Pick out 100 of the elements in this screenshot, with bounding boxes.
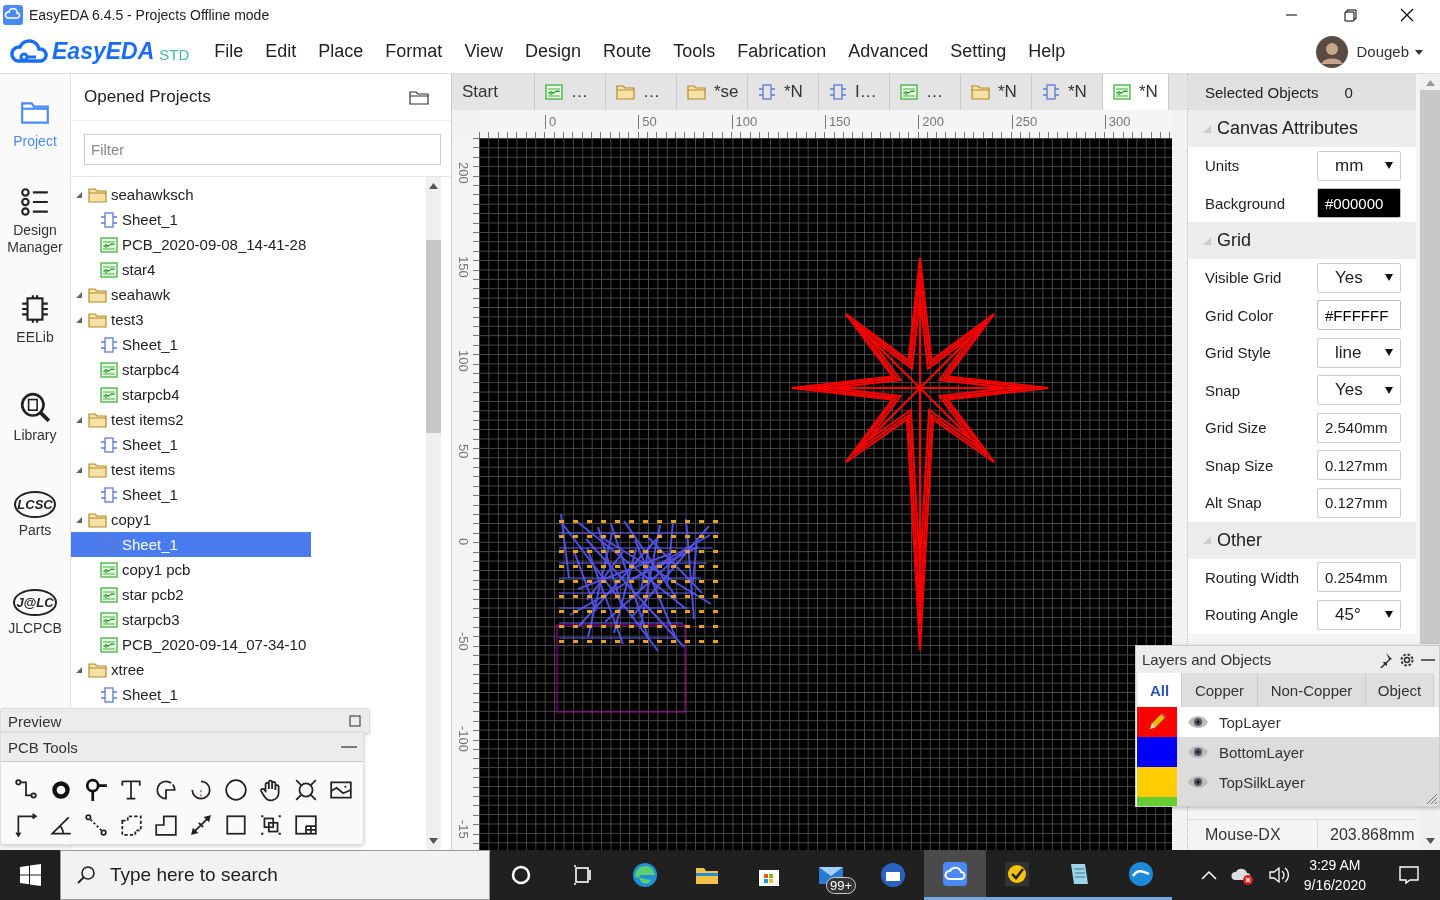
tree-item[interactable]: seahawk [71,282,311,307]
clock[interactable]: 3:29 AM 9/16/2020 [1303,855,1366,895]
document-tab[interactable]: *N [1103,74,1169,110]
expanded-arrow-icon[interactable] [75,665,83,674]
eye-icon[interactable] [1187,775,1209,789]
tree-item[interactable]: copy1 [71,507,311,532]
circle-icon[interactable] [224,778,248,802]
expanded-arrow-icon[interactable] [75,290,83,299]
layer-row[interactable]: TopSilkLayer [1177,767,1439,797]
menu-item[interactable]: Edit [254,37,308,66]
minimize-icon[interactable] [341,745,357,749]
arc-icon[interactable] [189,778,213,802]
tree-item[interactable]: starpcb3 [71,607,311,632]
scrollbar[interactable] [426,177,441,850]
section-header[interactable]: Other [1188,521,1416,559]
tree-item[interactable]: test items2 [71,407,311,432]
group-icon[interactable] [259,813,283,837]
tree-item[interactable]: PCB_2020-09-14_07-34-10 [71,632,311,657]
dashed-region-icon[interactable] [119,813,143,837]
layer-row[interactable]: BottomLayer [1177,737,1439,767]
via-icon[interactable] [84,778,108,802]
color-field[interactable]: #000000 [1317,188,1401,219]
menu-item[interactable]: View [453,37,515,66]
expanded-arrow-icon[interactable] [75,315,83,324]
tree-item[interactable]: Sheet_1 [71,332,311,357]
minimize-icon[interactable] [1421,657,1435,662]
square-icon[interactable] [224,813,248,837]
dropdown[interactable]: mm [1317,150,1401,181]
tree-item[interactable]: test items [71,457,311,482]
menu-item[interactable]: Setting [939,37,1018,66]
dropdown[interactable]: 45° [1317,599,1401,630]
outline-icon[interactable] [154,813,178,837]
crossed-circle-icon[interactable] [294,778,318,802]
menu-item[interactable]: Help [1017,37,1077,66]
dropdown[interactable]: Yes [1317,375,1401,406]
tree-item[interactable]: Sheet_1 [71,682,311,707]
chevron-up-icon[interactable] [1199,869,1218,881]
tree-item[interactable]: PCB_2020-09-08_14-41-28 [71,232,311,257]
avatar-icon[interactable] [1316,35,1349,68]
menu-item[interactable]: Design [514,37,593,66]
arc-icon[interactable] [154,778,178,802]
hand-icon[interactable] [259,778,283,802]
expanded-arrow-icon[interactable] [75,415,83,424]
scrollbar-thumb[interactable] [426,240,441,433]
taskbar-button[interactable] [924,850,986,900]
sidebar-tab[interactable]: J@LC JLCPCB [0,564,70,662]
scroll-up-icon[interactable] [429,183,438,189]
settings-icon[interactable] [1399,651,1415,668]
dropdown[interactable]: line [1317,337,1401,368]
layer-filter-tab[interactable]: Copper [1182,673,1258,707]
sidebar-tab[interactable]: Design Manager [0,172,70,270]
tree-item[interactable]: Sheet_1 [71,432,311,457]
text-field[interactable]: 2.540mm [1317,412,1401,443]
table-icon[interactable] [294,813,318,837]
tree-item[interactable]: copy1 pcb [71,557,311,582]
tree-item[interactable]: star4 [71,257,311,282]
expanded-arrow-icon[interactable] [75,515,83,524]
tree-item[interactable]: Sheet_1 [71,482,311,507]
expanded-arrow-icon[interactable] [75,465,83,474]
pcb-layout-drawing[interactable] [556,513,720,713]
filter-field[interactable]: Filter [84,134,441,165]
taskbar-button[interactable]: 99+ [800,850,862,900]
layer-filter-tab[interactable]: Object [1366,673,1434,707]
layer-color-swatch[interactable] [1137,707,1177,737]
menu-item[interactable]: Route [592,37,663,66]
menu-item[interactable]: Tools [662,37,727,66]
layer-filter-tab[interactable]: Non-Copper [1258,673,1366,707]
menu-item[interactable]: Advanced [837,37,940,66]
tree-item[interactable]: Sheet_1 [71,207,311,232]
pad-icon[interactable] [49,778,73,802]
connection-icon[interactable] [84,813,108,837]
section-header[interactable]: Canvas Attributes [1188,110,1416,147]
measure-icon[interactable] [189,813,213,837]
folder-icon[interactable] [409,89,429,105]
image-icon[interactable] [329,778,353,802]
scroll-down-icon[interactable] [429,838,438,844]
tree-item[interactable]: starpbc4 [71,357,311,382]
scroll-down-icon[interactable] [1425,838,1435,844]
dimension-icon[interactable] [14,813,38,837]
tree-item[interactable]: xtree [71,657,311,682]
menu-item[interactable]: Place [307,37,375,66]
sidebar-tab[interactable]: EELib [0,270,70,368]
volume-icon[interactable] [1267,865,1290,885]
resize-grip-icon[interactable] [1424,791,1438,805]
sidebar-tab[interactable]: Library [0,368,70,466]
expanded-arrow-icon[interactable] [75,190,83,199]
user-menu[interactable]: Dougeb [1356,43,1424,60]
color-field[interactable]: #FFFFFF [1317,300,1401,331]
menu-item[interactable]: Fabrication [726,37,838,66]
sidebar-tab[interactable]: LCSC Parts [0,466,70,564]
layer-color-swatch[interactable] [1137,737,1177,767]
tree-item[interactable]: star pcb2 [71,582,311,607]
tree-item[interactable]: starpcb4 [71,382,311,407]
tree-item[interactable]: seahawksch [71,182,311,207]
text-field[interactable]: 0.127mm [1317,450,1401,481]
menu-item[interactable]: File [203,37,255,66]
section-header[interactable]: Grid [1188,222,1416,259]
eye-icon[interactable] [1187,745,1209,759]
search-field[interactable]: Type here to search [60,850,490,900]
layer-filter-tab[interactable]: All [1138,673,1182,707]
